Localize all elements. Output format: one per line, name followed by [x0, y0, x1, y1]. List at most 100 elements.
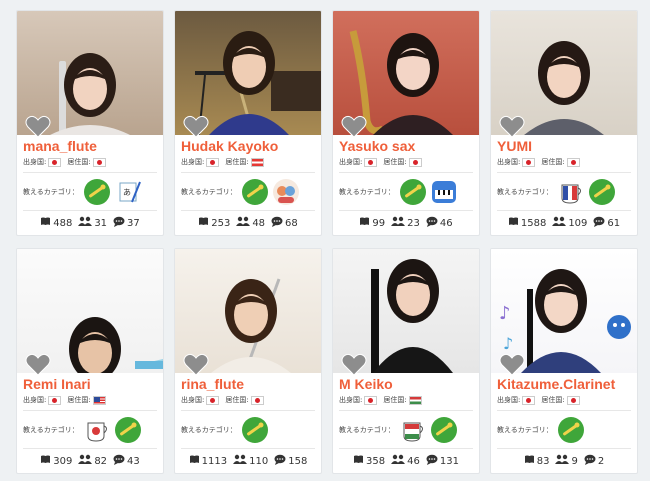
lesson-count: 253 — [198, 216, 230, 230]
review-count: 46 — [426, 216, 453, 230]
lesson-count: 488 — [40, 216, 72, 230]
divider — [497, 172, 631, 173]
favorite-heart-icon[interactable] — [25, 115, 51, 139]
origin-label: 出身国: — [181, 396, 205, 404]
review-count-value: 2 — [597, 455, 605, 467]
flute-badge-icon — [557, 416, 585, 444]
people-icon — [555, 454, 571, 468]
lesson-count-value: 99 — [372, 217, 386, 229]
student-count-value: 46 — [407, 455, 420, 467]
origin-flag-icon — [206, 157, 220, 167]
teacher-grid: mana_flute 出身国: 居住国: 教えるカテゴリ： あ 488 31 37 Hudak … — [16, 10, 638, 481]
residence-flag-icon — [92, 395, 106, 405]
residence-flag-icon — [250, 157, 264, 167]
residence-flag-icon — [408, 395, 422, 405]
chat-icon — [426, 454, 440, 468]
student-count: 48 — [236, 216, 265, 230]
stats-row: 99 23 46 — [333, 216, 479, 230]
residence-flag-icon — [250, 395, 264, 405]
review-count: 2 — [584, 454, 604, 468]
teacher-name[interactable]: YUMI — [497, 138, 532, 154]
stats-row: 1588 109 61 — [491, 216, 637, 230]
divider — [497, 410, 631, 411]
teacher-name[interactable]: Yasuko sax — [339, 138, 415, 154]
category-label: 教えるカテゴリ： — [339, 426, 395, 434]
favorite-heart-icon[interactable] — [183, 115, 209, 139]
review-count: 158 — [274, 454, 307, 468]
stats-row: 1113 110 158 — [175, 454, 321, 468]
origin-row: 出身国: 居住国: — [339, 157, 428, 167]
teacher-card[interactable]: ♪ ♪ Kitazume.Clarinet 出身国: 居住国: 教えるカテゴリ： 83 9 2 — [490, 248, 638, 474]
svg-text:あ: あ — [123, 188, 131, 197]
japanese-writing-icon: あ — [114, 178, 142, 206]
residence-label: 居住国: — [67, 158, 91, 166]
student-count-value: 48 — [252, 217, 266, 229]
svg-text:♪: ♪ — [499, 303, 511, 324]
teacher-name[interactable]: Remi Inari — [23, 376, 91, 392]
origin-label: 出身国: — [339, 158, 363, 166]
student-count-value: 23 — [407, 217, 420, 229]
review-count-value: 61 — [607, 217, 621, 229]
category-label: 教えるカテゴリ： — [339, 188, 395, 196]
origin-label: 出身国: — [23, 158, 47, 166]
chat-icon — [113, 454, 127, 468]
teacher-card[interactable]: M Keiko 出身国: 居住国: 教えるカテゴリ： 358 46 131 — [332, 248, 480, 474]
teacher-card[interactable]: Remi Inari 出身国: 居住国: 教えるカテゴリ： 309 82 43 — [16, 248, 164, 474]
teacher-name[interactable]: rina_flute — [181, 376, 244, 392]
category-label: 教えるカテゴリ： — [23, 188, 79, 196]
origin-label: 出身国: — [497, 158, 521, 166]
teacher-card[interactable]: Hudak Kayoko 出身国: 居住国: 教えるカテゴリ： 253 48 68 — [174, 10, 322, 236]
teacher-card[interactable]: YUMI 出身国: 居住国: 教えるカテゴリ： 1588 109 61 — [490, 10, 638, 236]
teacher-name[interactable]: M Keiko — [339, 376, 393, 392]
stats-row: 309 82 43 — [17, 454, 163, 468]
svg-text:♪: ♪ — [503, 334, 513, 353]
student-count: 110 — [233, 454, 268, 468]
student-count-value: 31 — [94, 217, 108, 229]
favorite-heart-icon[interactable] — [341, 115, 367, 139]
stats-row: 488 31 37 — [17, 216, 163, 230]
student-count: 109 — [552, 216, 587, 230]
flute-badge-icon — [399, 178, 427, 206]
flute-badge-icon — [430, 416, 458, 444]
favorite-heart-icon[interactable] — [499, 353, 525, 377]
residence-label: 居住国: — [383, 396, 407, 404]
student-count-value: 82 — [94, 455, 108, 467]
review-count: 43 — [113, 454, 140, 468]
teacher-name[interactable]: mana_flute — [23, 138, 97, 154]
category-label: 教えるカテゴリ： — [181, 188, 237, 196]
teacher-card[interactable]: rina_flute 出身国: 居住国: 教えるカテゴリ： 1113 110 158 — [174, 248, 322, 474]
category-row: 教えるカテゴリ： あ — [23, 177, 145, 207]
category-row: 教えるカテゴリ： — [339, 177, 461, 207]
origin-flag-icon — [522, 157, 536, 167]
favorite-heart-icon[interactable] — [183, 353, 209, 377]
chat-icon — [274, 454, 288, 468]
category-label: 教えるカテゴリ： — [23, 426, 79, 434]
favorite-heart-icon[interactable] — [25, 353, 51, 377]
chat-icon — [426, 216, 440, 230]
favorite-heart-icon[interactable] — [499, 115, 525, 139]
people-icon — [552, 216, 568, 230]
review-count: 131 — [426, 454, 459, 468]
student-count: 46 — [391, 454, 420, 468]
divider — [181, 172, 315, 173]
student-count-value: 110 — [249, 455, 269, 467]
residence-flag-icon — [92, 157, 106, 167]
lesson-count: 358 — [353, 454, 385, 468]
residence-label: 居住国: — [383, 158, 407, 166]
review-count: 61 — [593, 216, 620, 230]
teacher-name[interactable]: Kitazume.Clarinet — [497, 376, 615, 392]
teacher-card[interactable]: mana_flute 出身国: 居住国: 教えるカテゴリ： あ 488 31 37 — [16, 10, 164, 236]
lesson-count: 309 — [40, 454, 72, 468]
people-icon — [233, 454, 249, 468]
residence-label: 居住国: — [67, 396, 91, 404]
teacher-card[interactable]: Yasuko sax 出身国: 居住国: 教えるカテゴリ： 99 23 46 — [332, 10, 480, 236]
favorite-heart-icon[interactable] — [341, 353, 367, 377]
teacher-name[interactable]: Hudak Kayoko — [181, 138, 278, 154]
chat-icon — [593, 216, 607, 230]
lesson-count: 1113 — [189, 454, 227, 468]
people-icon — [391, 216, 407, 230]
flute-instrument — [59, 61, 66, 135]
divider — [497, 210, 631, 211]
review-count-value: 43 — [127, 455, 140, 467]
review-count-value: 158 — [288, 455, 308, 467]
